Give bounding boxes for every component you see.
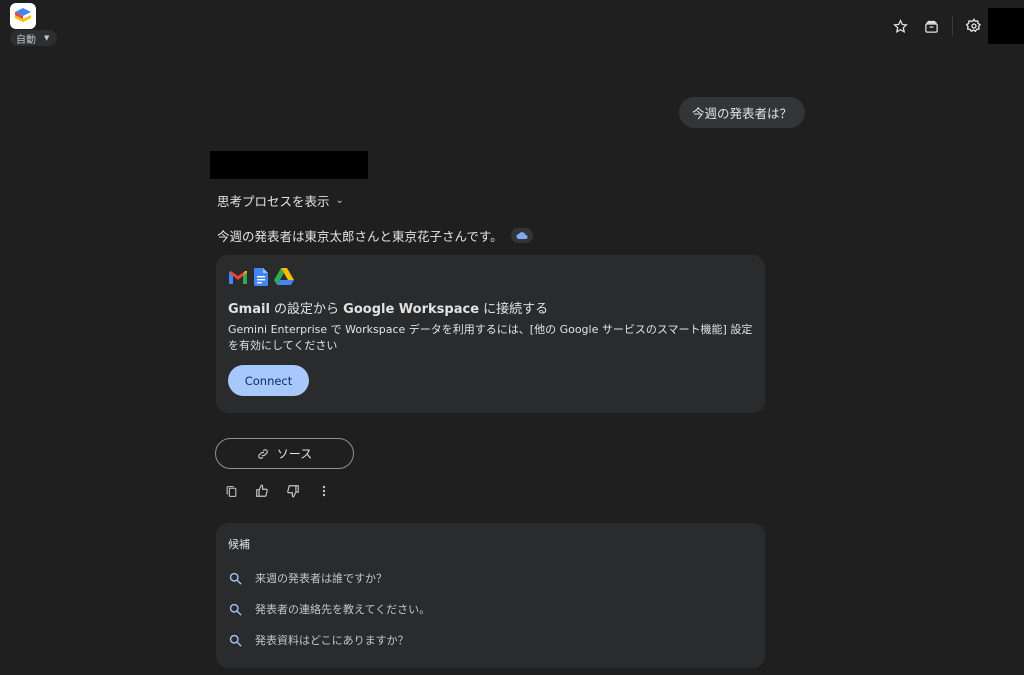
title-mid: の設定から — [269, 302, 344, 317]
user-message-bubble: 今週の発表者は？ — [678, 97, 805, 128]
avatar-redacted[interactable] — [988, 8, 1024, 44]
docs-icon — [254, 268, 268, 286]
drive-icon — [274, 268, 294, 285]
mode-label: 自動 — [16, 34, 36, 46]
cloud-icon — [516, 231, 528, 239]
settings-icon[interactable] — [964, 16, 984, 36]
mode-selector[interactable]: 自動 ▼ — [10, 30, 58, 46]
connect-button[interactable]: Connect — [228, 365, 309, 396]
toolbar-divider — [952, 16, 953, 36]
link-icon — [258, 448, 268, 459]
suggestion-text: 発表者の連絡先を教えてください。 — [255, 603, 431, 616]
star-icon[interactable] — [890, 16, 910, 36]
connect-card-description: Gemini Enterprise で Workspace データを利用するには… — [228, 323, 753, 352]
citation-chip[interactable] — [510, 228, 533, 243]
gmail-icon — [229, 271, 247, 284]
suggestion-item[interactable]: 来週の発表者は誰ですか？ — [228, 567, 748, 589]
app-logo[interactable] — [10, 3, 36, 29]
thinking-label: 思考プロセスを表示 — [217, 194, 330, 209]
user-message-text: 今週の発表者は？ — [691, 106, 792, 121]
assistant-answer: 今週の発表者は東京太郎さんと東京花子さんです。 — [217, 226, 533, 245]
show-thinking-toggle[interactable]: 思考プロセスを表示 ⌄ — [217, 191, 344, 210]
suggestions-label: 候補 — [228, 538, 250, 551]
title-workspace: Google Workspace — [343, 302, 480, 317]
connect-workspace-card: Gmail の設定から Google Workspace に接続する Gemin… — [216, 255, 765, 413]
chevron-down-icon: ⌄ — [335, 195, 344, 206]
suggestion-text: 発表資料はどこにありますか？ — [255, 634, 409, 647]
sources-label: ソース — [276, 447, 313, 461]
archive-icon[interactable] — [921, 16, 941, 36]
suggestion-item[interactable]: 発表資料はどこにありますか？ — [228, 629, 748, 651]
logo-icon — [15, 8, 31, 22]
answer-text: 今週の発表者は東京太郎さんと東京花子さんです。 — [217, 229, 503, 244]
suggestion-item[interactable]: 発表者の連絡先を教えてください。 — [228, 598, 748, 620]
sources-button[interactable]: ソース — [215, 438, 354, 469]
suggestion-text: 来週の発表者は誰ですか？ — [255, 572, 387, 585]
connect-card-title: Gmail の設定から Google Workspace に接続する — [228, 298, 548, 317]
title-end: に接続する — [479, 302, 549, 317]
service-icons — [228, 268, 294, 286]
thumbs-down-icon[interactable] — [283, 482, 303, 500]
search-icon — [229, 603, 242, 616]
copy-icon[interactable] — [221, 482, 241, 500]
search-icon — [229, 572, 242, 585]
search-icon — [229, 634, 242, 647]
title-gmail: Gmail — [228, 302, 270, 317]
redacted-block — [210, 151, 368, 179]
chat-app: 自動 ▼ 今週の発表者は？ 思考プロセスを表示 ⌄ 今週の発表者は東京太郎さんと… — [0, 0, 1024, 675]
caret-down-icon: ▼ — [44, 34, 50, 42]
more-vert-icon[interactable] — [314, 482, 334, 500]
thumbs-up-icon[interactable] — [252, 482, 272, 500]
suggestions-card: 候補 来週の発表者は誰ですか？ 発表者の連絡先を教えてください。 発表資料はどこ… — [216, 523, 765, 668]
